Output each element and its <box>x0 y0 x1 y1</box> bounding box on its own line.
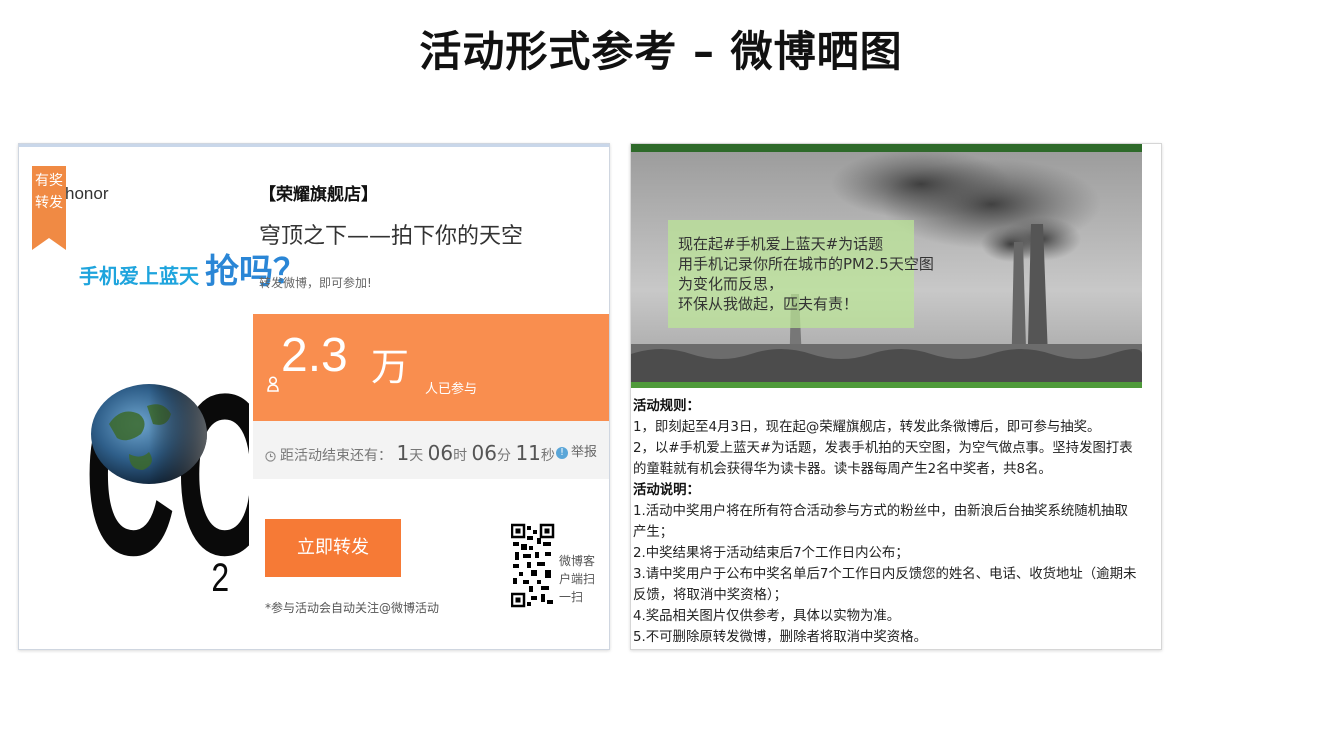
qr-scan-label: 微博客户端扫一扫 <box>559 554 596 604</box>
note-item: 5.不可删除原转发微博，删除者将取消中奖资格。 <box>633 630 927 645</box>
store-name: 【荣耀旗舰店】 <box>259 185 378 205</box>
auto-follow-note: *参与活动会自动关注@微博活动 <box>265 601 440 615</box>
forward-hint: 转发微博，即可参加! <box>259 276 372 290</box>
info-icon: ! <box>555 446 568 459</box>
activity-headline: 穹顶之下——拍下你的天空 <box>259 224 524 249</box>
hours-unit: 时 <box>453 448 468 464</box>
co2-subscript: 2 <box>211 555 229 600</box>
honor-logo: honor <box>65 184 109 203</box>
notes-heading: 活动说明： <box>633 483 700 498</box>
clock-icon <box>265 450 276 462</box>
rules-heading: 活动规则： <box>633 399 700 414</box>
caption-line: 现在起#手机爱上蓝天#为话题 <box>678 235 884 253</box>
caption-line: 环保从我做起，匹夫有责！ <box>678 295 859 313</box>
slide-title: 活动形式参考 – 微博晒图 <box>419 27 903 76</box>
minutes-value: 06 <box>471 441 497 465</box>
weibo-post-panel: 现在起#手机爱上蓝天#为话题 用手机记录你所在城市的PM2.5天空图 为变化而反… <box>630 143 1162 650</box>
caption-line: 用手机记录你所在城市的PM2.5天空图 <box>678 255 934 273</box>
participant-number: 2.3 <box>281 329 348 382</box>
report-label: 举报 <box>570 445 597 460</box>
qr-code-icon[interactable] <box>511 522 555 610</box>
person-icon <box>267 376 279 392</box>
note-item: 4.奖品相关图片仅供参考，具体以实物为准。 <box>633 609 901 624</box>
report-link[interactable]: ! 举报 <box>555 441 597 460</box>
note-item: 3.请中奖用户于公布中奖名单后7个工作日内反馈您的姓名、电话、收货地址（逾期未反… <box>633 567 1137 603</box>
badge-line-2: 转发 <box>35 195 63 211</box>
days-unit: 天 <box>409 448 424 464</box>
participant-unit: 万 <box>371 345 410 389</box>
countdown-timer: 距活动结束还有： 1天 06时 06分 11秒 <box>265 441 555 465</box>
note-item: 2.中奖结果将于活动结束后7个工作日内公布； <box>633 546 909 561</box>
photo-caption-box: 现在起#手机爱上蓝天#为话题 用手机记录你所在城市的PM2.5天空图 为变化而反… <box>668 220 934 328</box>
co2-earth-illustration: CO 2 <box>84 347 249 604</box>
note-item: 1.活动中奖用户将在所有符合活动参与方式的粉丝中，由新浪后台抽奖系统随机抽取产生… <box>633 504 1128 540</box>
seconds-unit: 秒 <box>540 448 555 464</box>
hours-value: 06 <box>427 441 454 465</box>
rule-item: 2，以#手机爱上蓝天#为话题，发表手机拍的天空图，为空气做点事。坚持发图打表的童… <box>633 441 1133 477</box>
caption-line: 为变化而反思， <box>678 275 784 293</box>
badge-line-1: 有奖 <box>35 173 63 189</box>
countdown-bar: 距活动结束还有： 1天 06时 06分 11秒 ! 举报 <box>253 421 609 479</box>
weibo-activity-card: 有奖 转发 honor 手机爱上蓝天抢吗？ CO 2 【荣耀旗舰店】 穹顶之下—… <box>18 143 610 650</box>
days-value: 1 <box>396 441 410 465</box>
reward-forward-badge: 有奖 转发 <box>32 166 66 250</box>
seconds-value: 11 <box>515 441 541 465</box>
forward-now-button[interactable]: 立即转发 <box>265 519 401 577</box>
card-top-border <box>19 144 609 147</box>
minutes-unit: 分 <box>497 448 511 464</box>
activity-rules: 活动规则： 1，即刻起至4月3日，现在起@荣耀旗舰店，转发此条微博后，即可参与抽… <box>633 396 1141 648</box>
countdown-prefix: 距活动结束还有： <box>280 448 392 464</box>
participant-count-box: 2.3 万 人已参与 <box>253 314 609 421</box>
slogan-text: 手机爱上蓝天 <box>79 264 199 288</box>
rule-item: 1，即刻起至4月3日，现在起@荣耀旗舰店，转发此条微博后，即可参与抽奖。 <box>633 420 1101 435</box>
participant-suffix: 人已参与 <box>425 382 478 397</box>
